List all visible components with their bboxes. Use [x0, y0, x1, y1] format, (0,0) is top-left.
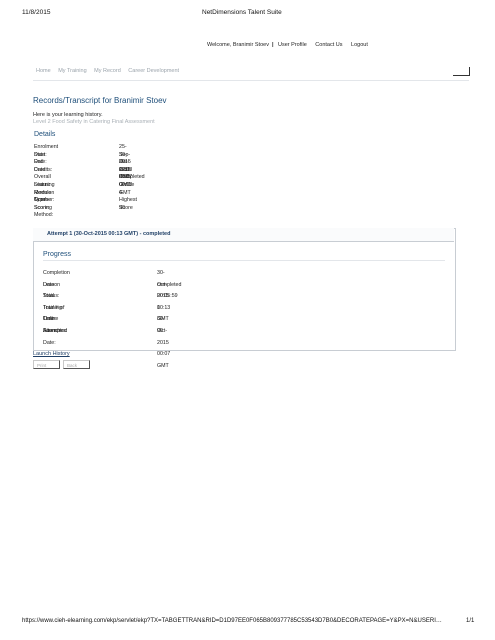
top-nav: Welcome, Branimir Stoev | User Profile Co…: [207, 42, 368, 48]
back-button[interactable]: Back: [63, 360, 90, 369]
logout-link[interactable]: Logout: [351, 42, 368, 48]
nav-home[interactable]: Home: [36, 68, 51, 74]
detail-label: Credits:: [34, 166, 53, 173]
print-page-title: NetDimensions Talent Suite: [202, 9, 282, 16]
detail-value: Completed: [119, 174, 145, 181]
course-title: Level 2 Food Safety in Catering Final As…: [33, 119, 155, 125]
detail-value: Online: [119, 181, 135, 188]
detail-value: 0.00: [119, 166, 130, 173]
print-date: 11/8/2015: [22, 9, 51, 16]
contact-us-link[interactable]: Contact Us: [315, 42, 342, 48]
progress-title: Progress: [43, 251, 72, 258]
main-nav: Home My Training My Record Career Develo…: [36, 68, 185, 74]
toolbar-toggle[interactable]: [453, 67, 470, 76]
nav-separator: |: [271, 42, 274, 48]
progress-value: 1: [157, 304, 160, 311]
progress-value: 30-Oct-2015 00:07 GMT: [157, 316, 171, 369]
launch-history-link[interactable]: Launch History: [33, 351, 70, 357]
user-profile-link[interactable]: User Profile: [278, 42, 307, 48]
detail-value: 90: [119, 204, 125, 211]
progress-value: 00:05:59: [157, 293, 178, 300]
detail-label: Score:: [34, 204, 50, 211]
nav-career-development[interactable]: Career Development: [128, 68, 179, 74]
page-url: https://www.cieh-elearning.com/ekp/servl…: [22, 618, 442, 624]
details-title: Details: [34, 131, 56, 138]
attempt-panel: [33, 228, 456, 351]
page-title: Records/Transcript for Branimir Stoev: [33, 96, 167, 105]
print-button[interactable]: Print: [33, 360, 60, 369]
progress-value: completed: [157, 281, 182, 288]
detail-value: 4: [119, 189, 122, 196]
attempt-header-text: Attempt 1 (30-Oct-2015 00:13 GMT) - comp…: [47, 231, 171, 237]
intro-text: Here is your learning history.: [33, 112, 103, 118]
nav-my-training[interactable]: My Training: [58, 68, 86, 74]
nav-my-record[interactable]: My Record: [94, 68, 121, 74]
progress-label: Score:: [43, 327, 59, 334]
welcome-text: Welcome, Branimir Stoev: [207, 42, 269, 48]
nav-divider: [33, 80, 469, 81]
progress-value: 90: [157, 327, 163, 334]
progress-divider: [43, 260, 445, 261]
page-count: 1/1: [466, 618, 475, 624]
attempt-header[interactable]: Attempt 1 (30-Oct-2015 00:13 GMT) - comp…: [33, 228, 454, 242]
